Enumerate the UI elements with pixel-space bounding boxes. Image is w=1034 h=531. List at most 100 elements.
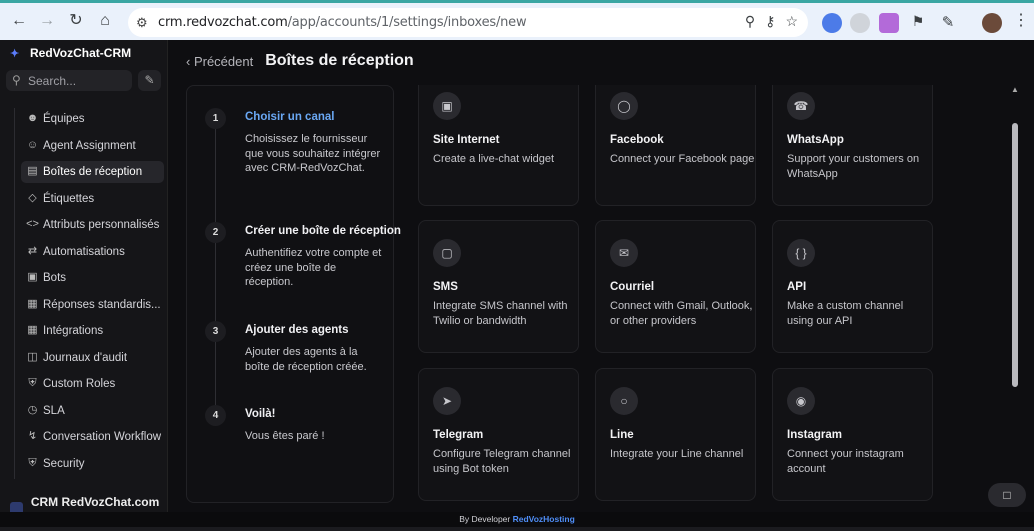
channel-title: Telegram — [433, 429, 484, 441]
channel-title: SMS — [433, 281, 458, 293]
footer-link[interactable]: RedVozHosting — [513, 514, 575, 524]
sidebar-item-audit-logs[interactable]: ◫ Journaux d'audit — [21, 347, 164, 369]
workflow-icon: ↯ — [27, 430, 38, 442]
channel-card-api[interactable]: { } API Make a custom channel using our … — [772, 220, 933, 353]
pencil-icon: ✎ — [144, 73, 155, 87]
channel-description: Integrate your Line channel — [610, 448, 744, 460]
compose-button[interactable]: ✎ — [138, 70, 161, 91]
sidebar-item-teams[interactable]: ☻ Équipes — [21, 108, 164, 130]
address-bar[interactable]: ⚙ crm.redvozchat.com/app/accounts/1/sett… — [128, 8, 808, 37]
channel-card-sms[interactable]: ▢ SMS Integrate SMS channel with Twilio … — [418, 220, 579, 353]
channel-card-facebook[interactable]: ◯ Facebook Connect your Facebook page — [595, 85, 756, 206]
step-description: Choisissez le fournisseur que vous souha… — [245, 133, 381, 174]
whatsapp-icon: ☎ — [787, 92, 815, 120]
site-settings-icon[interactable]: ⚙ — [136, 15, 148, 31]
step-title: Choisir un canal — [245, 111, 335, 123]
profile-avatar[interactable] — [982, 13, 1002, 33]
extension-tag-icon[interactable]: ⚑ — [908, 13, 928, 33]
logo-icon: ✦ — [10, 48, 20, 60]
channel-grid: ▣ Site Internet Create a live-chat widge… — [418, 85, 1008, 503]
step-number: 2 — [205, 222, 226, 243]
sidebar-item-custom-roles[interactable]: ⛨ Custom Roles — [21, 373, 164, 395]
back-arrow-icon[interactable]: ← — [10, 12, 28, 30]
channel-title: Instagram — [787, 429, 842, 441]
sidebar: ✦ RedVozChat-CRM ⚲ ✎ ☻Équipes ☺Agent Ass… — [0, 40, 168, 523]
channel-card-whatsapp[interactable]: ☎ WhatsApp Support your customers on Wha… — [772, 85, 933, 206]
zoom-icon[interactable]: ⚲ — [745, 13, 755, 30]
translate-extension-icon[interactable] — [822, 13, 842, 33]
line-icon: ○ — [610, 387, 638, 415]
chat-bubble-icon: □ — [1003, 488, 1011, 502]
chat-widget-button[interactable]: □ — [988, 483, 1026, 507]
sms-icon: ▢ — [433, 239, 461, 267]
scrollbar-thumb[interactable] — [1012, 123, 1018, 387]
extensions-puzzle-icon[interactable]: ✎ — [938, 13, 958, 33]
step-description: Authentifiez votre compte et créez une b… — [245, 247, 382, 288]
security-icon: ⛨ — [28, 456, 37, 469]
sidebar-item-agent-assignment[interactable]: ☺ Agent Assignment — [21, 135, 164, 157]
channel-title: API — [787, 281, 807, 293]
sidebar-item-security[interactable]: ⛨ Security — [21, 453, 164, 475]
wizard-steps: 1 Choisir un canal Choisissez le fournis… — [186, 85, 401, 503]
home-icon[interactable]: ⌂ — [96, 12, 114, 30]
extension-flower-icon[interactable] — [879, 13, 899, 33]
footer: By Developer RedVozHosting — [0, 512, 1034, 527]
scrollbar[interactable]: ▲ — [1010, 85, 1020, 510]
channel-description: Connect your Facebook page — [610, 153, 755, 165]
sidebar-item-bots[interactable]: ▣ Bots — [21, 267, 164, 289]
url-text: crm.redvozchat.com/app/accounts/1/settin… — [158, 15, 527, 30]
step-number: 4 — [205, 405, 226, 426]
extension-icon[interactable] — [850, 13, 870, 33]
sidebar-item-custom-attributes[interactable]: <> Attributs personnalisés — [21, 214, 164, 236]
app-shell: ✦ RedVozChat-CRM ⚲ ✎ ☻Équipes ☺Agent Ass… — [0, 40, 1034, 523]
chevron-left-icon: ‹ — [186, 53, 194, 69]
user-assign-icon: ☺ — [26, 138, 39, 151]
sidebar-item-inboxes[interactable]: ▤ Boîtes de réception — [21, 161, 164, 183]
channel-title: WhatsApp — [787, 134, 844, 146]
channel-card-telegram[interactable]: ➤ Telegram Configure Telegram channel us… — [418, 368, 579, 501]
sidebar-item-integrations[interactable]: ▦ Intégrations — [21, 320, 164, 342]
step-description: Vous êtes paré ! — [245, 430, 325, 442]
step-title: Voilà! — [245, 408, 276, 420]
brand[interactable]: ✦ RedVozChat-CRM — [10, 46, 131, 60]
search-icon: ⚲ — [12, 73, 21, 87]
canned-response-icon: ▦ — [27, 297, 38, 310]
window-bottom-edge — [0, 527, 1034, 531]
bookmark-star-icon[interactable]: ☆ — [785, 13, 798, 30]
back-button[interactable]: ‹ Précédent — [186, 54, 253, 69]
browser-menu-icon[interactable]: ⋮ — [1012, 12, 1030, 30]
channel-title: Courriel — [610, 281, 655, 293]
channel-description: Connect with Gmail, Outlook, or other pr… — [610, 300, 753, 327]
channel-description: Configure Telegram channel using Bot tok… — [433, 448, 571, 475]
reload-icon[interactable]: ↻ — [67, 12, 85, 30]
forward-arrow-icon[interactable]: → — [38, 12, 56, 30]
sidebar-item-sla[interactable]: ◷ SLA — [21, 400, 164, 422]
channel-card-line[interactable]: ○ Line Integrate your Line channel — [595, 368, 756, 501]
channel-description: Make a custom channel using our API — [787, 300, 904, 327]
sidebar-item-conversation-workflow[interactable]: ↯ Conversation Workflow — [21, 426, 164, 448]
channel-title: Site Internet — [433, 134, 500, 146]
website-icon: ▣ — [433, 92, 461, 120]
sidebar-item-canned-responses[interactable]: ▦ Réponses standardis... — [21, 294, 164, 316]
browser-toolbar: ← → ↻ ⌂ ⚙ crm.redvozchat.com/app/account… — [0, 0, 1034, 40]
channel-card-email[interactable]: ✉ Courriel Connect with Gmail, Outlook, … — [595, 220, 756, 353]
step-title: Créer une boîte de réception — [245, 225, 401, 237]
sidebar-item-automations[interactable]: ⇄ Automatisations — [21, 241, 164, 263]
sidebar-item-labels[interactable]: ◇ Étiquettes — [21, 188, 164, 210]
inbox-icon: ▤ — [27, 165, 38, 177]
page-header: ‹ Précédent Boîtes de réception — [186, 52, 414, 70]
integrations-icon: ▦ — [27, 324, 38, 336]
step-title: Ajouter des agents — [245, 324, 349, 336]
channel-description: Connect your instagram account — [787, 448, 904, 475]
clock-icon: ◷ — [27, 403, 38, 416]
channel-card-website[interactable]: ▣ Site Internet Create a live-chat widge… — [418, 85, 579, 206]
search-input[interactable] — [28, 72, 126, 89]
step-number: 3 — [205, 321, 226, 342]
scroll-up-icon[interactable]: ▲ — [1010, 85, 1020, 95]
password-key-icon[interactable]: ⚷ — [765, 13, 775, 30]
channel-description: Support your customers on WhatsApp — [787, 153, 920, 180]
channel-card-instagram[interactable]: ◉ Instagram Connect your instagram accou… — [772, 368, 933, 501]
search-box: ⚲ — [6, 70, 132, 91]
steps-connector — [215, 126, 216, 416]
channel-title: Facebook — [610, 134, 664, 146]
